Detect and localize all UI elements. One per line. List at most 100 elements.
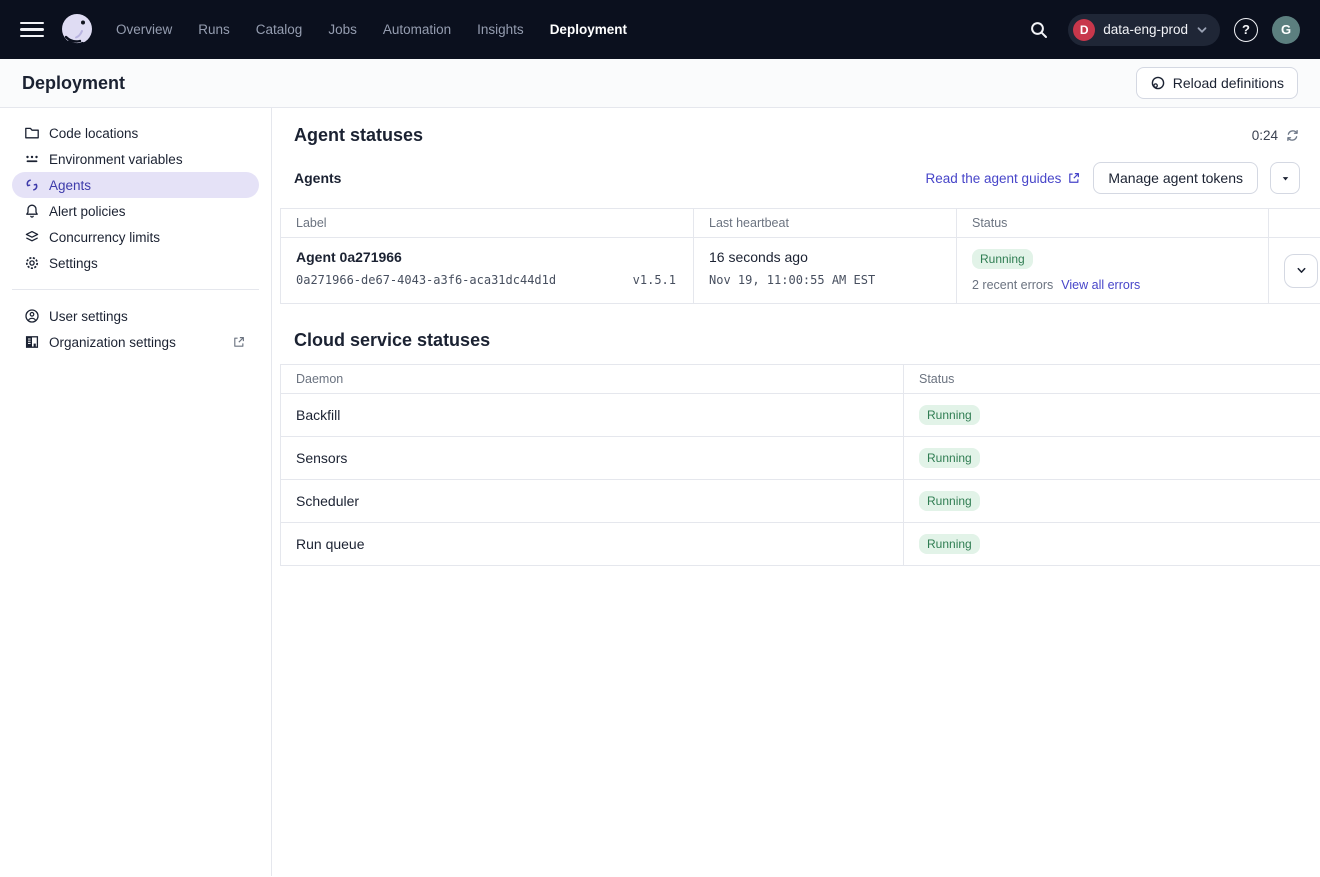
nav-deployment[interactable]: Deployment bbox=[550, 22, 627, 37]
sidebar-item-label: Concurrency limits bbox=[49, 230, 160, 245]
recent-errors-text: 2 recent errors bbox=[972, 278, 1053, 292]
daemon-name: Scheduler bbox=[281, 480, 903, 523]
sidebar-item-user-settings[interactable]: User settings bbox=[12, 303, 259, 329]
nav-overview[interactable]: Overview bbox=[116, 22, 172, 37]
sidebar-item-label: Settings bbox=[49, 256, 98, 271]
cloud-service-statuses-title: Cloud service statuses bbox=[294, 330, 1300, 351]
help-icon[interactable]: ? bbox=[1234, 18, 1258, 42]
external-link-icon bbox=[1067, 171, 1081, 185]
daemon-status-cell: Running bbox=[903, 480, 1320, 523]
nav-jobs[interactable]: Jobs bbox=[328, 22, 357, 37]
layers-icon bbox=[24, 229, 40, 245]
main-content: Agent statuses 0:24 Agents Read the agen… bbox=[272, 108, 1320, 876]
reload-definitions-label: Reload definitions bbox=[1173, 75, 1284, 91]
agent-version: v1.5.1 bbox=[633, 273, 676, 287]
deployment-sidebar: Code locations Environment variables bbox=[0, 108, 272, 876]
nav-catalog[interactable]: Catalog bbox=[256, 22, 303, 37]
sidebar-item-concurrency-limits[interactable]: Concurrency limits bbox=[12, 224, 259, 250]
column-header-expand bbox=[1268, 209, 1320, 238]
status-badge: Running bbox=[919, 448, 980, 468]
sidebar-divider bbox=[12, 289, 259, 290]
gear-icon bbox=[24, 255, 40, 271]
deployment-name: data-eng-prod bbox=[1103, 22, 1188, 37]
agents-table: Label Last heartbeat Status Agent 0a2719… bbox=[280, 208, 1320, 304]
cloud-services-table: Daemon Status Backfill Running Sensors R… bbox=[280, 364, 1320, 566]
manage-agent-tokens-button[interactable]: Manage agent tokens bbox=[1093, 162, 1258, 194]
column-header-status[interactable]: Status bbox=[903, 365, 1320, 394]
agent-uuid: 0a271966-de67-4043-a3f6-aca31dc44d1d bbox=[296, 273, 556, 287]
heartbeat-absolute: Nov 19, 11:00:55 AM EST bbox=[709, 273, 941, 287]
heartbeat-relative: 16 seconds ago bbox=[709, 249, 941, 265]
reload-definitions-button[interactable]: Reload definitions bbox=[1136, 67, 1298, 99]
status-badge: Running bbox=[919, 405, 980, 425]
help-glyph: ? bbox=[1242, 22, 1250, 37]
expand-agent-row-button[interactable] bbox=[1284, 254, 1318, 288]
refresh-icon[interactable] bbox=[1285, 128, 1300, 143]
avatar-initial: G bbox=[1281, 22, 1291, 37]
daemon-status-cell: Running bbox=[903, 437, 1320, 480]
sidebar-item-label: Alert policies bbox=[49, 204, 126, 219]
building-icon bbox=[24, 334, 40, 350]
sidebar-item-agents[interactable]: Agents bbox=[12, 172, 259, 198]
status-badge: Running bbox=[972, 249, 1033, 269]
daemon-status-cell: Running bbox=[903, 394, 1320, 437]
status-badge: Running bbox=[919, 534, 980, 554]
deployment-switcher[interactable]: D data-eng-prod bbox=[1068, 14, 1220, 46]
daemon-name: Backfill bbox=[281, 394, 903, 437]
chevron-down-icon bbox=[1196, 24, 1208, 36]
sidebar-item-code-locations[interactable]: Code locations bbox=[12, 120, 259, 146]
sidebar-item-label: Environment variables bbox=[49, 152, 183, 167]
daemon-name: Sensors bbox=[281, 437, 903, 480]
column-header-heartbeat[interactable]: Last heartbeat bbox=[693, 209, 956, 238]
user-icon bbox=[24, 308, 40, 324]
agent-statuses-title: Agent statuses bbox=[294, 125, 423, 146]
primary-nav: Overview Runs Catalog Jobs Automation In… bbox=[116, 22, 627, 37]
agent-label-cell: Agent 0a271966 0a271966-de67-4043-a3f6-a… bbox=[281, 238, 693, 303]
chevron-down-icon bbox=[1295, 264, 1308, 277]
page-title: Deployment bbox=[22, 73, 125, 94]
sidebar-item-label: Organization settings bbox=[49, 335, 176, 350]
topnav-right-group: D data-eng-prod ? G bbox=[1024, 14, 1300, 46]
column-header-status[interactable]: Status bbox=[956, 209, 1268, 238]
nav-automation[interactable]: Automation bbox=[383, 22, 451, 37]
agent-heartbeat-cell: 16 seconds ago Nov 19, 11:00:55 AM EST bbox=[693, 238, 956, 303]
user-avatar[interactable]: G bbox=[1272, 16, 1300, 44]
daemon-status-cell: Running bbox=[903, 523, 1320, 565]
agent-status-cell: Running 2 recent errors View all errors bbox=[956, 238, 1268, 303]
view-all-errors-link[interactable]: View all errors bbox=[1061, 278, 1140, 292]
sidebar-item-settings[interactable]: Settings bbox=[12, 250, 259, 276]
agent-name: Agent 0a271966 bbox=[296, 249, 678, 265]
nav-runs[interactable]: Runs bbox=[198, 22, 230, 37]
sidebar-item-label: Code locations bbox=[49, 126, 138, 141]
nav-insights[interactable]: Insights bbox=[477, 22, 524, 37]
column-header-daemon[interactable]: Daemon bbox=[281, 365, 903, 394]
caret-down-icon bbox=[1280, 173, 1291, 184]
sidebar-item-environment-variables[interactable]: Environment variables bbox=[12, 146, 259, 172]
agent-guides-label: Read the agent guides bbox=[925, 171, 1061, 186]
daemon-name: Run queue bbox=[281, 523, 903, 565]
dagster-logo-icon[interactable] bbox=[58, 11, 96, 49]
bell-icon bbox=[24, 203, 40, 219]
deployment-initial-badge: D bbox=[1073, 19, 1095, 41]
code-location-icon bbox=[1150, 75, 1166, 91]
refresh-countdown: 0:24 bbox=[1252, 128, 1300, 143]
sidebar-item-alert-policies[interactable]: Alert policies bbox=[12, 198, 259, 224]
sidebar-item-label: User settings bbox=[49, 309, 128, 324]
agent-icon bbox=[24, 177, 40, 193]
external-link-icon bbox=[231, 334, 247, 350]
search-icon[interactable] bbox=[1024, 15, 1054, 45]
countdown-value: 0:24 bbox=[1252, 128, 1278, 143]
agent-expand-cell bbox=[1268, 238, 1320, 303]
page-header: Deployment Reload definitions bbox=[0, 59, 1320, 108]
top-navigation-bar: Overview Runs Catalog Jobs Automation In… bbox=[0, 0, 1320, 59]
hamburger-menu-icon[interactable] bbox=[20, 18, 44, 42]
sidebar-item-organization-settings[interactable]: Organization settings bbox=[12, 329, 259, 355]
agent-guides-link[interactable]: Read the agent guides bbox=[925, 171, 1081, 186]
agents-more-actions-button[interactable] bbox=[1270, 162, 1300, 194]
column-header-label[interactable]: Label bbox=[281, 209, 693, 238]
env-vars-icon bbox=[24, 151, 40, 167]
sidebar-item-label: Agents bbox=[49, 178, 91, 193]
agents-subsection-label: Agents bbox=[294, 170, 341, 186]
status-badge: Running bbox=[919, 491, 980, 511]
manage-tokens-label: Manage agent tokens bbox=[1108, 170, 1243, 186]
